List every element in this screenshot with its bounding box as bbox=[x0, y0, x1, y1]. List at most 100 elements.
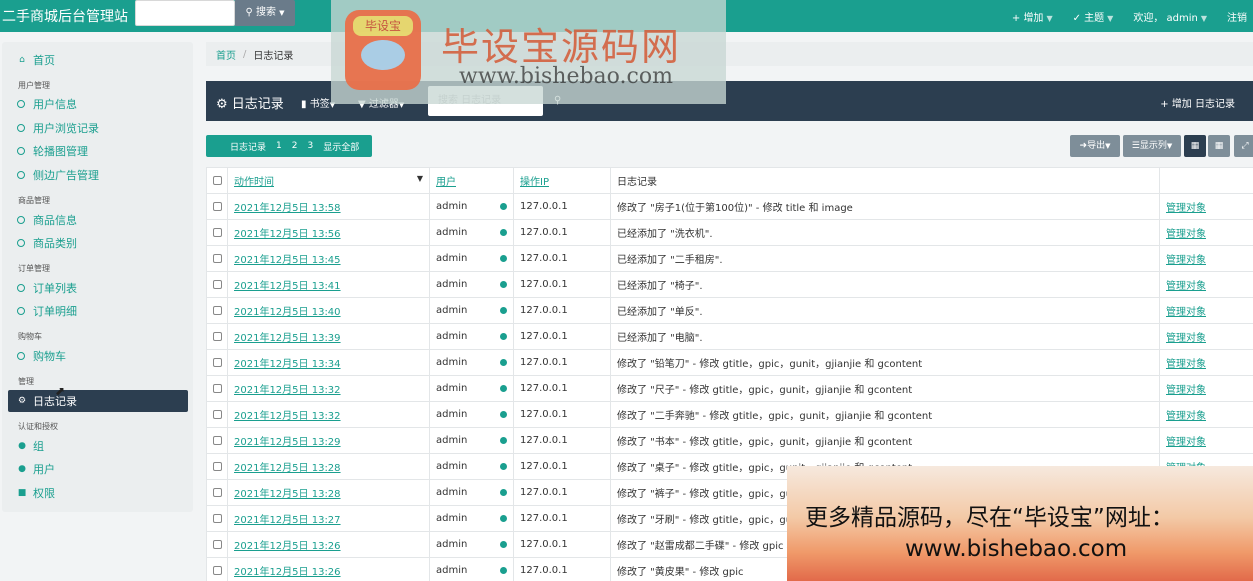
select-all-checkbox[interactable] bbox=[213, 175, 222, 185]
info-icon[interactable] bbox=[500, 281, 507, 288]
info-icon[interactable] bbox=[500, 255, 507, 262]
bookmark-menu[interactable]: ▮ 书签▼ bbox=[301, 95, 335, 110]
page-link[interactable]: 1 bbox=[276, 141, 282, 151]
info-icon[interactable] bbox=[500, 333, 507, 340]
info-icon[interactable] bbox=[500, 515, 507, 522]
sidebar-item-carousel[interactable]: 轮播图管理 bbox=[2, 140, 193, 162]
info-icon[interactable] bbox=[500, 567, 507, 574]
top-theme-menu[interactable]: ✓ 主题 ▼ bbox=[1073, 9, 1114, 24]
row-checkbox[interactable] bbox=[213, 435, 222, 445]
sidebar-item-goods-info[interactable]: 商品信息 bbox=[2, 209, 193, 231]
row-checkbox[interactable] bbox=[213, 565, 222, 575]
fullscreen-button[interactable]: ⤢ bbox=[1234, 135, 1253, 157]
action-time-link[interactable]: 2021年12月5日 13:58 bbox=[234, 203, 341, 214]
row-select-cell[interactable] bbox=[206, 531, 228, 558]
info-icon[interactable] bbox=[500, 541, 507, 548]
info-icon[interactable] bbox=[500, 437, 507, 444]
action-time-link[interactable]: 2021年12月5日 13:39 bbox=[234, 333, 341, 344]
table-view-button[interactable]: ▦ bbox=[1184, 135, 1206, 157]
row-checkbox[interactable] bbox=[213, 227, 222, 237]
top-logout-link[interactable]: 注销 bbox=[1227, 9, 1247, 24]
sidebar-item-log[interactable]: ⚙ 日志记录 bbox=[8, 390, 188, 412]
manage-object-link[interactable]: 管理对象 bbox=[1166, 203, 1206, 214]
info-icon[interactable] bbox=[500, 359, 507, 366]
action-time-link[interactable]: 2021年12月5日 13:56 bbox=[234, 229, 341, 240]
row-checkbox[interactable] bbox=[213, 487, 222, 497]
info-icon[interactable] bbox=[500, 385, 507, 392]
column-header-link[interactable]: 操作IP bbox=[520, 177, 549, 188]
action-time-link[interactable]: 2021年12月5日 13:26 bbox=[234, 567, 341, 578]
select-all-cell[interactable] bbox=[206, 167, 228, 194]
row-checkbox[interactable] bbox=[213, 409, 222, 419]
export-button[interactable]: ➜导出▼ bbox=[1070, 135, 1120, 157]
action-time-link[interactable]: 2021年12月5日 13:29 bbox=[234, 437, 341, 448]
manage-object-link[interactable]: 管理对象 bbox=[1166, 333, 1206, 344]
row-select-cell[interactable] bbox=[206, 323, 228, 350]
sidebar-item-cart[interactable]: 购物车 bbox=[2, 345, 193, 367]
row-checkbox[interactable] bbox=[213, 383, 222, 393]
info-icon[interactable] bbox=[500, 463, 507, 470]
info-icon[interactable] bbox=[500, 307, 507, 314]
top-add-menu[interactable]: + 增加 ▼ bbox=[1012, 9, 1053, 24]
row-checkbox[interactable] bbox=[213, 539, 222, 549]
manage-object-link[interactable]: 管理对象 bbox=[1166, 255, 1206, 266]
manage-object-link[interactable]: 管理对象 bbox=[1166, 437, 1206, 448]
action-time-link[interactable]: 2021年12月5日 13:41 bbox=[234, 281, 341, 292]
sidebar-item-order-list[interactable]: 订单列表 bbox=[2, 277, 193, 299]
show-all-link[interactable]: 显示全部 bbox=[323, 140, 359, 153]
sidebar-item-group[interactable]: ● 组 bbox=[2, 435, 193, 457]
global-search-input[interactable] bbox=[135, 0, 235, 26]
row-select-cell[interactable] bbox=[206, 401, 228, 428]
row-select-cell[interactable] bbox=[206, 219, 228, 246]
row-checkbox[interactable] bbox=[213, 513, 222, 523]
top-user-menu[interactable]: 欢迎， admin ▼ bbox=[1133, 9, 1207, 24]
row-select-cell[interactable] bbox=[206, 375, 228, 402]
action-time-link[interactable]: 2021年12月5日 13:27 bbox=[234, 515, 341, 526]
action-time-link[interactable]: 2021年12月5日 13:28 bbox=[234, 463, 341, 474]
action-time-link[interactable]: 2021年12月5日 13:34 bbox=[234, 359, 341, 370]
manage-object-link[interactable]: 管理对象 bbox=[1166, 359, 1206, 370]
row-checkbox[interactable] bbox=[213, 357, 222, 367]
breadcrumb-home-link[interactable]: 首页 bbox=[216, 47, 236, 62]
compact-view-button[interactable]: ▦ bbox=[1208, 135, 1230, 157]
manage-object-link[interactable]: 管理对象 bbox=[1166, 411, 1206, 422]
column-header-time[interactable]: 动作时间 ▼ bbox=[227, 167, 430, 194]
global-search-button[interactable]: ⚲ 搜索 ▼ bbox=[235, 0, 295, 26]
manage-object-link[interactable]: 管理对象 bbox=[1166, 385, 1206, 396]
sidebar-item-browse-history[interactable]: 用户浏览记录 bbox=[2, 117, 193, 139]
sidebar-item-goods-category[interactable]: 商品类别 bbox=[2, 232, 193, 254]
sidebar-item-user-info[interactable]: 用户信息 bbox=[2, 93, 193, 115]
column-header-link[interactable]: 用户 bbox=[436, 177, 456, 188]
add-log-button[interactable]: + 增加 日志记录 bbox=[1160, 95, 1235, 110]
row-select-cell[interactable] bbox=[206, 505, 228, 532]
action-time-link[interactable]: 2021年12月5日 13:40 bbox=[234, 307, 341, 318]
row-select-cell[interactable] bbox=[206, 349, 228, 376]
action-time-link[interactable]: 2021年12月5日 13:26 bbox=[234, 541, 341, 552]
info-icon[interactable] bbox=[500, 411, 507, 418]
action-time-link[interactable]: 2021年12月5日 13:45 bbox=[234, 255, 341, 266]
info-icon[interactable] bbox=[500, 203, 507, 210]
info-icon[interactable] bbox=[500, 229, 507, 236]
action-time-link[interactable]: 2021年12月5日 13:28 bbox=[234, 489, 341, 500]
row-select-cell[interactable] bbox=[206, 271, 228, 298]
sidebar-item-user[interactable]: ● 用户 bbox=[2, 458, 193, 480]
column-header-user[interactable]: 用户 bbox=[429, 167, 514, 194]
site-brand[interactable]: 二手商城后台管理站 bbox=[2, 6, 128, 26]
row-select-cell[interactable] bbox=[206, 297, 228, 324]
sort-desc-icon[interactable]: ▼ bbox=[417, 174, 423, 183]
column-header-ip[interactable]: 操作IP bbox=[513, 167, 611, 194]
row-checkbox[interactable] bbox=[213, 331, 222, 341]
manage-object-link[interactable]: 管理对象 bbox=[1166, 229, 1206, 240]
action-time-link[interactable]: 2021年12月5日 13:32 bbox=[234, 411, 341, 422]
manage-object-link[interactable]: 管理对象 bbox=[1166, 281, 1206, 292]
row-select-cell[interactable] bbox=[206, 245, 228, 272]
row-checkbox[interactable] bbox=[213, 253, 222, 263]
sidebar-item-order-detail[interactable]: 订单明细 bbox=[2, 300, 193, 322]
row-select-cell[interactable] bbox=[206, 479, 228, 506]
sidebar-item-side-ads[interactable]: 侧边广告管理 bbox=[2, 164, 193, 186]
action-time-link[interactable]: 2021年12月5日 13:32 bbox=[234, 385, 341, 396]
sidebar-item-permission[interactable]: ■ 权限 bbox=[2, 482, 193, 504]
row-checkbox[interactable] bbox=[213, 279, 222, 289]
row-select-cell[interactable] bbox=[206, 427, 228, 454]
sidebar-item-home[interactable]: ⌂ 首页 bbox=[2, 49, 193, 71]
